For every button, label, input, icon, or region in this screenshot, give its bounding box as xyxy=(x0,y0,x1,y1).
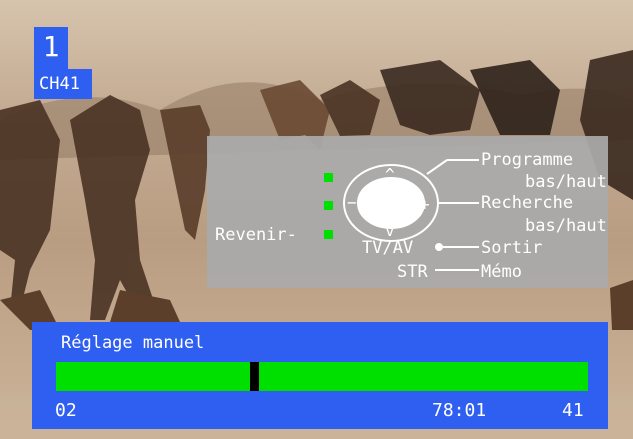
tuning-right-value: 41 xyxy=(562,400,584,421)
green-key-icon xyxy=(324,230,333,239)
green-key-icon xyxy=(324,173,333,182)
tuning-position-marker[interactable] xyxy=(250,362,259,391)
channel-number: 1 xyxy=(34,27,68,69)
tuning-left-value: 02 xyxy=(55,400,77,421)
label-revenir: Revenir- xyxy=(215,225,297,245)
tuning-progress-bar[interactable] xyxy=(56,362,588,391)
label-tvav: TV/AV xyxy=(362,238,414,258)
label-recherche-sub: bas/haut xyxy=(525,216,607,236)
label-recherche: Recherche xyxy=(481,193,574,213)
label-programme: Programme xyxy=(481,150,574,170)
label-str: STR xyxy=(397,262,428,282)
svg-text:−: − xyxy=(347,193,357,212)
svg-text:+: + xyxy=(420,195,430,214)
channel-name: CH41 xyxy=(34,69,92,99)
remote-help-panel: ^ − + v Programme bas/haut Recherche bas… xyxy=(207,136,608,288)
tuning-title: Réglage manuel xyxy=(61,333,205,353)
label-programme-sub: bas/haut xyxy=(525,172,607,192)
tuning-time-value: 78:01 xyxy=(432,400,487,421)
label-sortir: Sortir xyxy=(481,238,543,258)
label-memo: Mémo xyxy=(481,262,522,282)
svg-text:^: ^ xyxy=(385,165,395,184)
green-key-icon xyxy=(324,201,333,210)
manual-tuning-bar: Réglage manuel 02 78:01 41 xyxy=(32,322,608,429)
